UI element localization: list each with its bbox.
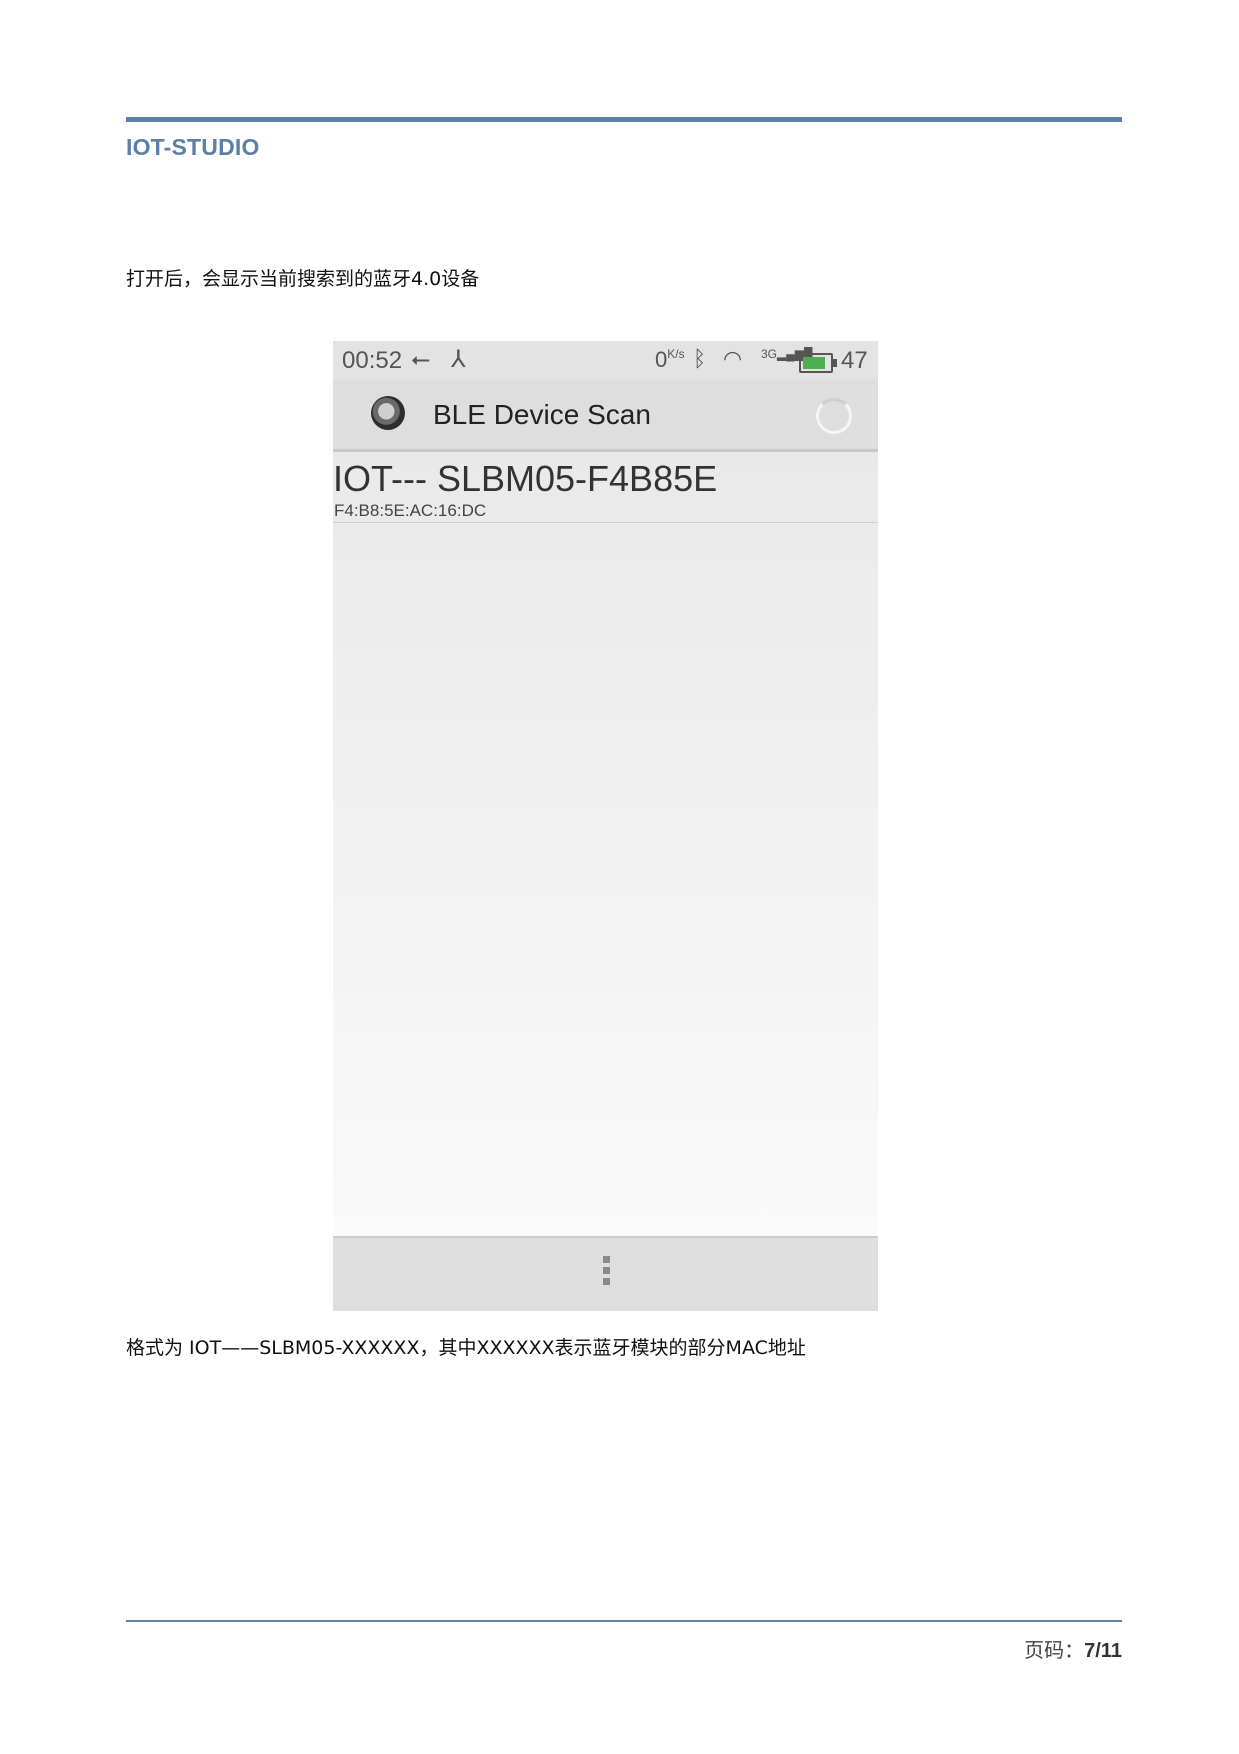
share-icon: ⅄ (451, 346, 466, 373)
overflow-menu-icon[interactable] (603, 1256, 611, 1289)
header-title: IOT-STUDIO (126, 134, 260, 160)
caption-text: 格式为 IOT——SLBM05-XXXXXX，其中XXXXXX表示蓝牙模块的部分… (126, 1337, 806, 1359)
bluetooth-icon: ᛒ (693, 346, 707, 371)
page-number: 页码：7/11 (1024, 1634, 1122, 1663)
app-icon[interactable] (371, 396, 405, 430)
battery-icon (799, 353, 837, 373)
wifi-icon: ◠ (723, 346, 743, 371)
navigation-bar (333, 1236, 878, 1311)
net-speed: 0K/s (655, 347, 685, 372)
action-bar: BLE Device Scan (333, 381, 878, 452)
footer-rule (126, 1620, 1122, 1622)
page-label: 页码： (1024, 1638, 1085, 1662)
phone-screenshot: 00:52 ⭠ ⅄ 0K/s ᛒ ◠ 3G▂▄▆█ 47 BLE Device … (333, 341, 878, 1311)
intro-text: 打开后，会显示当前搜索到的蓝牙4.0设备 (126, 268, 480, 290)
usb-icon: ⭠ (411, 346, 431, 373)
action-bar-title: BLE Device Scan (433, 399, 651, 430)
device-name: IOT--- SLBM05-F4B85E (333, 458, 718, 499)
network-type: 3G (761, 347, 778, 361)
status-bar: 00:52 ⭠ ⅄ 0K/s ᛒ ◠ 3G▂▄▆█ 47 (333, 341, 878, 381)
header-rule (126, 117, 1122, 122)
status-time: 00:52 (342, 347, 403, 374)
device-mac: F4:B8:5E:AC:16:DC (334, 501, 487, 520)
battery-level: 47 (841, 347, 868, 374)
device-list-item[interactable]: IOT--- SLBM05-F4B85E F4:B8:5E:AC:16:DC (333, 452, 878, 523)
page-number-value: 7/11 (1084, 1640, 1122, 1662)
loading-spinner-icon (816, 398, 852, 434)
device-list: IOT--- SLBM05-F4B85E F4:B8:5E:AC:16:DC (333, 452, 878, 1242)
